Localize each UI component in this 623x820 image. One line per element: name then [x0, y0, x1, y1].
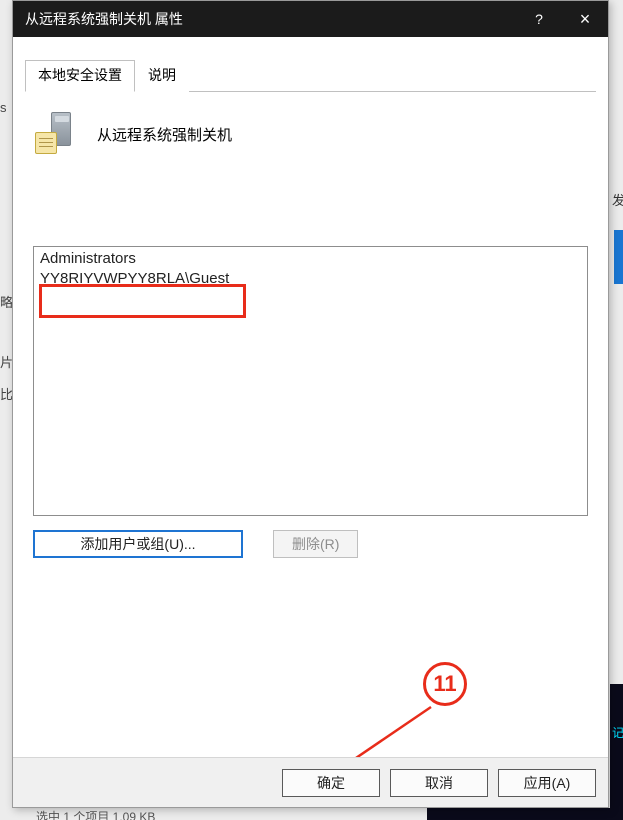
list-item-label: YY8RIYVWPYY8RLA\Guest — [40, 270, 229, 287]
bg-text: s — [0, 100, 7, 115]
ok-button[interactable]: 确定 — [282, 769, 380, 797]
screen-root: s 略 片 比 发 记 选中 1 个项目 1.09 KB 从远程系统强制关机 属… — [0, 0, 623, 820]
policy-icon — [33, 112, 77, 156]
window-title: 从远程系统强制关机 属性 — [25, 9, 516, 29]
policy-header: 从远程系统强制关机 — [25, 92, 596, 156]
remove-button: 删除(R) — [273, 530, 358, 558]
button-label: 添加用户或组(U)... — [80, 534, 195, 554]
bg-text: 记 — [610, 720, 623, 745]
principals-list[interactable]: Administrators YY8RIYVWPYY8RLA\Guest — [33, 246, 588, 516]
close-icon: × — [580, 10, 591, 28]
bg-dark-panel — [427, 808, 623, 820]
policy-title: 从远程系统强制关机 — [97, 124, 232, 145]
dialog-content: 本地安全设置 说明 从远程系统强制关机 Administrators — [13, 37, 608, 807]
button-label: 应用(A) — [524, 773, 571, 793]
help-icon: ? — [535, 11, 543, 27]
apply-button[interactable]: 应用(A) — [498, 769, 596, 797]
button-label: 取消 — [425, 773, 453, 793]
tab-label: 说明 — [148, 67, 176, 83]
properties-dialog: 从远程系统强制关机 属性 ? × 本地安全设置 说明 — [12, 0, 609, 808]
list-item[interactable]: YY8RIYVWPYY8RLA\Guest — [38, 269, 583, 289]
annotation-label: 11 — [433, 671, 456, 697]
help-button[interactable]: ? — [516, 1, 562, 37]
bg-dark-panel — [610, 684, 623, 820]
dialog-button-bar: 确定 取消 应用(A) — [13, 757, 608, 807]
close-button[interactable]: × — [562, 1, 608, 37]
list-action-row: 添加用户或组(U)... 删除(R) — [33, 530, 588, 558]
tab-strip: 本地安全设置 说明 — [25, 59, 596, 92]
list-item[interactable]: Administrators — [38, 249, 583, 269]
titlebar[interactable]: 从远程系统强制关机 属性 ? × — [13, 1, 608, 37]
tab-label: 本地安全设置 — [38, 67, 122, 83]
add-user-group-button[interactable]: 添加用户或组(U)... — [33, 530, 243, 558]
bg-accent — [614, 230, 623, 284]
tab-explain[interactable]: 说明 — [135, 60, 189, 92]
annotation-step-marker: 11 — [423, 662, 467, 706]
tab-local-security[interactable]: 本地安全设置 — [25, 60, 135, 92]
list-item-label: Administrators — [40, 250, 136, 267]
status-bar-text: 选中 1 个项目 1.09 KB — [36, 808, 155, 820]
bg-text: 发 — [612, 190, 623, 209]
button-label: 确定 — [317, 773, 345, 793]
cancel-button[interactable]: 取消 — [390, 769, 488, 797]
button-label: 删除(R) — [292, 534, 339, 554]
